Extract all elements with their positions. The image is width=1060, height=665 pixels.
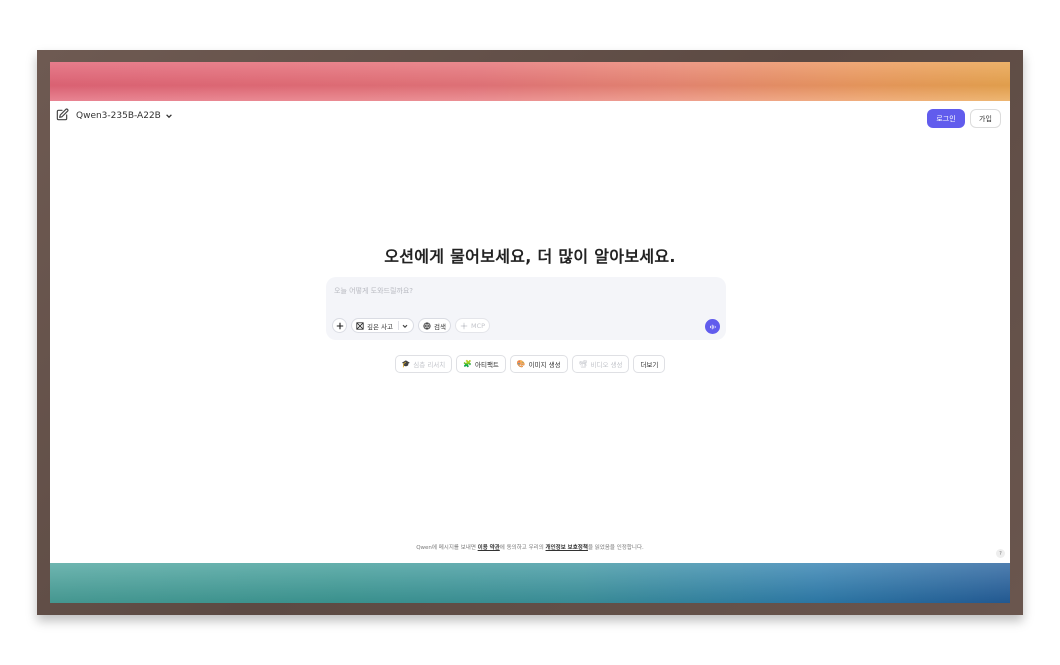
watercolor-top-band bbox=[50, 62, 1010, 101]
page-title: 오션에게 물어보세요, 더 많이 알아보세요. bbox=[384, 247, 676, 266]
message-input[interactable]: 오늘 어떻게 도와드릴까요? bbox=[334, 286, 413, 296]
terms-link[interactable]: 이용 약관 bbox=[478, 545, 500, 551]
waveform-icon bbox=[709, 324, 716, 329]
top-bar: Qwen3-235B-A22B 로그인 가입 bbox=[50, 101, 1010, 131]
message-composer[interactable]: 오늘 어떻게 도와드릴까요? 깊은 사고 검색 MCP bbox=[326, 277, 726, 340]
chevron-down-icon bbox=[166, 114, 172, 119]
suggestion-label: 더보기 bbox=[640, 361, 659, 369]
suggestion-image-generation[interactable]: 🎨 이미지 생성 bbox=[509, 355, 568, 373]
footer-middle: 에 동의하고 우리의 bbox=[499, 545, 546, 551]
chevron-down-icon bbox=[402, 324, 408, 328]
attach-button[interactable] bbox=[332, 318, 347, 333]
suggestion-more[interactable]: 더보기 bbox=[633, 355, 666, 373]
mcp-icon bbox=[460, 322, 468, 329]
globe-icon bbox=[423, 321, 431, 330]
signup-button[interactable]: 가입 bbox=[970, 109, 1001, 128]
model-selector[interactable]: Qwen3-235B-A22B bbox=[76, 108, 173, 124]
chat-app: Qwen3-235B-A22B 로그인 가입 오션에게 물어보세요, 더 많이 … bbox=[50, 101, 1010, 563]
picture-frame: Qwen3-235B-A22B 로그인 가입 오션에게 물어보세요, 더 많이 … bbox=[37, 50, 1023, 615]
suggestion-deep-research[interactable]: 🎓 심층 리서치 bbox=[394, 355, 453, 373]
help-button[interactable]: ? bbox=[996, 549, 1005, 558]
privacy-link[interactable]: 개인정보 보호정책 bbox=[546, 545, 588, 551]
thinking-label: 깊은 사고 bbox=[367, 322, 393, 331]
search-label: 검색 bbox=[434, 322, 446, 331]
plus-icon bbox=[336, 322, 343, 329]
suggestion-label: 비디오 생성 bbox=[590, 361, 623, 369]
composer-toolbar: 깊은 사고 검색 MCP bbox=[332, 318, 491, 333]
terms-notice: Qwen에 메시지를 보내면 이용 약관에 동의하고 우리의 개인정보 보호정책… bbox=[50, 543, 1010, 551]
suggestion-label: 심층 리서치 bbox=[413, 361, 446, 369]
footer-suffix: 을 읽었음을 인정합니다. bbox=[587, 545, 644, 551]
mcp-toggle[interactable]: MCP bbox=[454, 318, 491, 333]
graduation-cap-icon: 🎓 bbox=[401, 360, 411, 368]
canvas: Qwen3-235B-A22B 로그인 가입 오션에게 물어보세요, 더 많이 … bbox=[50, 62, 1010, 603]
new-chat-icon[interactable] bbox=[55, 108, 69, 122]
suggestion-label: 이미지 생성 bbox=[528, 361, 561, 369]
suggestion-artifacts[interactable]: 🧩 아티팩트 bbox=[456, 355, 506, 373]
puzzle-icon: 🧩 bbox=[463, 360, 472, 368]
suggestion-video-generation[interactable]: 📽 비디오 생성 bbox=[571, 355, 630, 373]
mcp-label: MCP bbox=[470, 321, 486, 330]
thinking-dropdown[interactable] bbox=[398, 321, 409, 330]
palette-icon: 🎨 bbox=[516, 360, 526, 368]
login-button[interactable]: 로그인 bbox=[927, 109, 965, 128]
suggestion-label: 아티팩트 bbox=[474, 361, 499, 369]
voice-input-button[interactable] bbox=[705, 319, 720, 334]
footer-prefix: Qwen에 메시지를 보내면 bbox=[416, 545, 478, 551]
thinking-toggle[interactable]: 깊은 사고 bbox=[351, 318, 414, 333]
search-toggle[interactable]: 검색 bbox=[418, 318, 451, 333]
watercolor-bottom-band bbox=[50, 563, 1010, 603]
film-projector-icon: 📽 bbox=[578, 360, 588, 368]
model-name: Qwen3-235B-A22B bbox=[76, 111, 161, 121]
suggestion-chips: 🎓 심층 리서치 🧩 아티팩트 🎨 이미지 생성 📽 비디오 생성 더보기 bbox=[50, 355, 1010, 373]
thinking-icon bbox=[356, 321, 364, 330]
